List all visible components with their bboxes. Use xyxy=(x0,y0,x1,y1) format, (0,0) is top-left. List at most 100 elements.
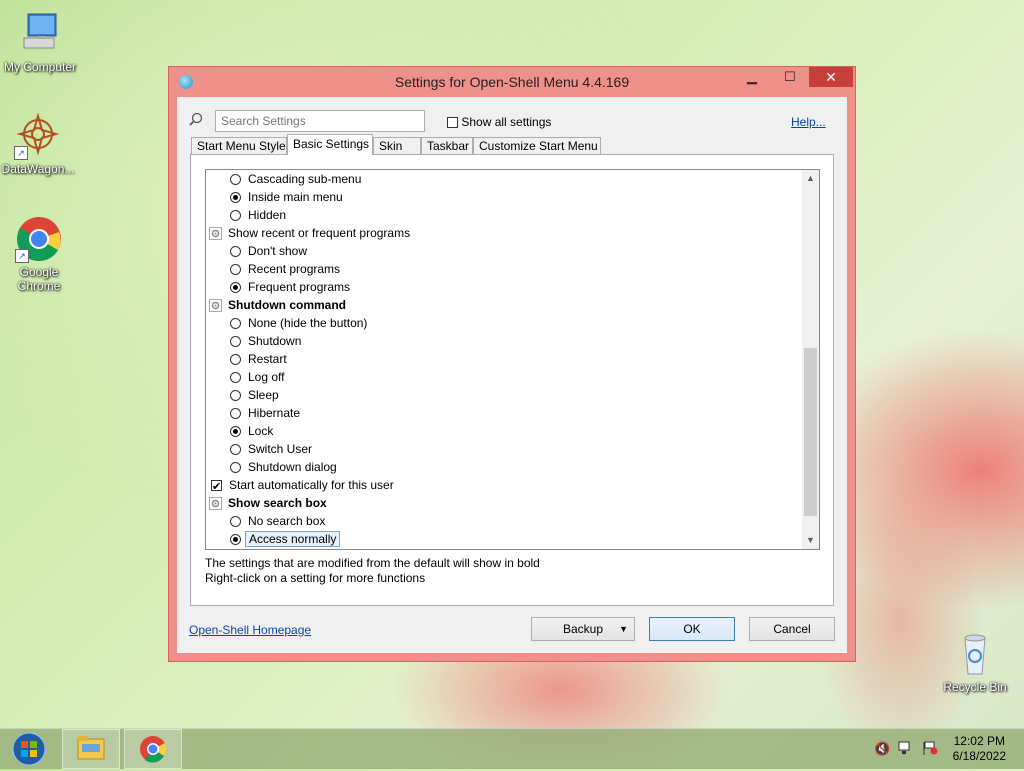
setting-label: Restart xyxy=(248,352,287,366)
open-shell-homepage-link[interactable]: Open-Shell Homepage xyxy=(189,623,311,637)
setting-label: Hibernate xyxy=(248,406,301,420)
tab-taskbar[interactable]: Taskbar xyxy=(421,137,473,154)
radio-option[interactable]: No search box xyxy=(230,512,325,530)
radio-button[interactable] xyxy=(230,246,241,258)
title-bar[interactable]: Settings for Open-Shell Menu 4.4.169 ▁ ☐… xyxy=(169,67,855,95)
setting-label: Log off xyxy=(248,370,285,384)
vertical-scrollbar[interactable]: ▲ ▼ xyxy=(802,170,819,549)
shortcut-arrow-icon: ↗ xyxy=(15,249,29,263)
network-icon[interactable] xyxy=(898,741,914,755)
system-clock[interactable]: 12:02 PM 6/18/2022 xyxy=(953,734,1006,764)
backup-button-label: Backup xyxy=(562,622,604,636)
radio-button[interactable] xyxy=(230,390,241,402)
radio-button[interactable] xyxy=(230,444,241,456)
radio-button[interactable] xyxy=(230,408,241,420)
radio-option[interactable]: Hibernate xyxy=(230,404,300,422)
setting-group[interactable]: Show search box xyxy=(209,494,327,512)
radio-option[interactable]: Frequent programs xyxy=(230,278,350,296)
setting-label: Shutdown command xyxy=(228,298,346,312)
desktop-icon-recycle-bin[interactable]: Recycle Bin xyxy=(935,630,1015,694)
radio-button[interactable] xyxy=(230,192,241,204)
clock-time: 12:02 PM xyxy=(953,734,1005,748)
ok-button[interactable]: OK xyxy=(649,617,735,641)
radio-button[interactable] xyxy=(230,336,241,348)
setting-label: Start automatically for this user xyxy=(229,478,394,492)
radio-option[interactable]: Restart xyxy=(230,350,287,368)
checkbox-option[interactable]: Start automatically for this user xyxy=(211,476,394,496)
radio-option[interactable]: Log off xyxy=(230,368,284,386)
desktop-icon-label: Recycle Bin xyxy=(943,680,1007,694)
setting-group[interactable]: Show recent or frequent programs xyxy=(209,224,410,242)
desktop-icon-label: DataWagon... xyxy=(1,162,75,176)
scroll-thumb[interactable] xyxy=(804,348,817,516)
radio-button[interactable] xyxy=(230,372,241,384)
radio-button[interactable] xyxy=(230,426,241,438)
radio-option[interactable]: Sleep xyxy=(230,386,279,404)
scroll-up-arrow-icon[interactable]: ▲ xyxy=(802,170,819,187)
setting-group-icon xyxy=(209,227,222,241)
radio-option[interactable]: Cascading sub-menu xyxy=(230,170,361,188)
radio-option[interactable]: Hidden xyxy=(230,206,286,224)
radio-option[interactable]: Shutdown xyxy=(230,332,301,350)
hint-line-right-click: Right-click on a setting for more functi… xyxy=(205,571,426,585)
radio-button[interactable] xyxy=(230,462,241,474)
checkbox-box[interactable] xyxy=(447,117,458,129)
setting-label: Sleep xyxy=(248,388,279,402)
radio-option[interactable]: Inside main menu xyxy=(230,188,343,206)
computer-icon xyxy=(16,10,64,58)
chrome-icon xyxy=(140,736,167,763)
close-button[interactable]: ✕ xyxy=(809,67,853,87)
radio-button[interactable] xyxy=(230,318,241,330)
setting-label: Show search box xyxy=(228,496,327,510)
setting-label: Don't show xyxy=(248,244,307,258)
settings-tree: Cascading sub-menu Inside main menu Hidden… xyxy=(205,169,820,550)
radio-button[interactable] xyxy=(230,210,241,222)
taskbar: 🔇 12:02 PM 6/18/2022 xyxy=(0,728,1024,769)
radio-option[interactable]: Don't show xyxy=(230,242,307,260)
clock-date: 6/18/2022 xyxy=(952,749,1006,763)
volume-muted-icon[interactable]: 🔇 xyxy=(874,741,890,757)
start-button[interactable] xyxy=(8,731,50,767)
radio-option[interactable]: Lock xyxy=(230,422,273,440)
tab-customize-start-menu[interactable]: Customize Start Menu xyxy=(473,137,601,154)
shortcut-arrow-icon: ↗ xyxy=(14,146,28,160)
radio-button[interactable] xyxy=(230,354,241,366)
radio-option[interactable]: Switch User xyxy=(230,440,312,458)
tab-basic-settings[interactable]: Basic Settings xyxy=(287,134,373,155)
radio-button[interactable] xyxy=(230,534,241,546)
chrome-icon: ↗ xyxy=(15,215,63,263)
radio-option[interactable]: Shutdown dialog xyxy=(230,458,337,476)
radio-option[interactable]: Recent programs xyxy=(230,260,340,278)
radio-button[interactable] xyxy=(230,516,241,528)
tab-start-menu-style[interactable]: Start Menu Style xyxy=(191,137,287,154)
action-center-flag-icon[interactable] xyxy=(922,741,938,755)
help-link[interactable]: Help... xyxy=(791,115,826,129)
desktop-icon-my-computer[interactable]: My Computer xyxy=(0,10,80,74)
settings-dialog: Settings for Open-Shell Menu 4.4.169 ▁ ☐… xyxy=(168,66,856,662)
checkbox-box[interactable] xyxy=(211,478,222,496)
minimize-button[interactable]: ▁ xyxy=(737,67,767,87)
setting-label: Frequent programs xyxy=(248,280,351,294)
setting-group[interactable]: Shutdown command xyxy=(209,296,346,314)
setting-label: Switch User xyxy=(248,442,313,456)
scroll-down-arrow-icon[interactable]: ▼ xyxy=(802,532,819,549)
radio-option[interactable]: Access normally xyxy=(230,530,341,548)
radio-option[interactable]: None (hide the button) xyxy=(230,314,367,332)
setting-label: Lock xyxy=(248,424,274,438)
search-settings-input[interactable] xyxy=(215,110,425,132)
desktop-icon-google-chrome[interactable]: ↗ Google Chrome xyxy=(0,215,79,293)
recycle-bin-icon xyxy=(951,630,999,678)
search-icon xyxy=(189,112,203,126)
cancel-button[interactable]: Cancel xyxy=(749,617,835,641)
radio-button[interactable] xyxy=(230,174,241,186)
radio-button[interactable] xyxy=(230,264,241,276)
taskbar-chrome-button[interactable] xyxy=(124,729,182,769)
backup-button[interactable]: Backup ▼ xyxy=(531,617,635,641)
tab-skin[interactable]: Skin xyxy=(373,137,421,154)
radio-button[interactable] xyxy=(230,282,241,294)
desktop-icon-datawagon[interactable]: ↗ DataWagon... xyxy=(0,112,78,176)
show-all-settings-checkbox[interactable]: Show all settings xyxy=(447,115,551,129)
taskbar-file-explorer-button[interactable] xyxy=(62,729,120,769)
setting-label: Show recent or frequent programs xyxy=(228,226,411,240)
maximize-button[interactable]: ☐ xyxy=(775,67,805,87)
